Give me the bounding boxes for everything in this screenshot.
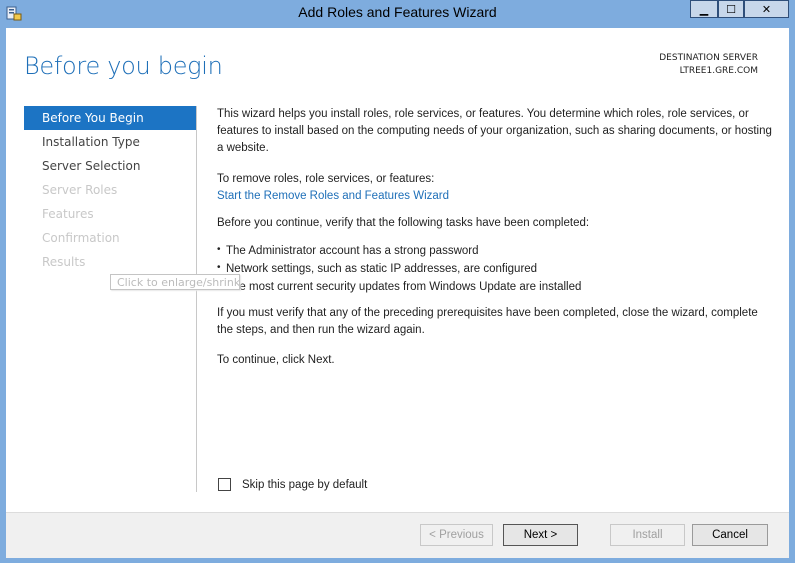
next-button[interactable]: Next >: [503, 524, 578, 546]
cancel-button[interactable]: Cancel: [692, 524, 768, 546]
wizard-content: This wizard helps you install roles, rol…: [217, 106, 772, 369]
list-item: The most current security updates from W…: [217, 277, 772, 296]
title-bar[interactable]: Add Roles and Features Wizard ▁ ☐ ✕: [0, 0, 795, 26]
destination-label: DESTINATION SERVER: [659, 53, 758, 63]
minimize-icon: ▁: [699, 2, 709, 16]
wizard-client-area: Before you begin DESTINATION SERVER LTRE…: [6, 28, 789, 558]
window-title: Add Roles and Features Wizard: [298, 4, 497, 20]
close-icon: ✕: [761, 2, 772, 16]
maximize-icon: ☐: [726, 2, 736, 16]
nav-item-features: Features: [42, 207, 94, 221]
wizard-footer: < Previous Next > Install Cancel: [6, 512, 789, 558]
intro-text: This wizard helps you install roles, rol…: [217, 108, 772, 154]
nav-item-installation-type[interactable]: Installation Type: [24, 130, 196, 154]
tooltip: Click to enlarge/shrink: [110, 274, 240, 290]
nav-item-results: Results: [42, 255, 86, 269]
close-button[interactable]: ✕: [744, 0, 789, 18]
skip-page-checkbox[interactable]: [218, 478, 231, 491]
maximize-button[interactable]: ☐: [718, 0, 744, 18]
continue-note: To continue, click Next.: [217, 354, 335, 366]
destination-server-name: LTREE1.GRE.COM: [679, 66, 758, 76]
destination-server-info: DESTINATION SERVER LTREE1.GRE.COM: [659, 52, 758, 78]
remove-wizard-link[interactable]: Start the Remove Roles and Features Wiza…: [217, 188, 772, 205]
nav-item-server-roles: Server Roles: [42, 183, 118, 197]
verify-intro: Before you continue, verify that the fol…: [217, 217, 590, 229]
skip-page-option[interactable]: Skip this page by default: [218, 478, 367, 491]
install-button[interactable]: Install: [610, 524, 685, 546]
nav-divider: [196, 106, 197, 492]
list-item: The Administrator account has a strong p…: [217, 241, 772, 260]
page-title: Before you begin: [24, 52, 223, 80]
wizard-window: Add Roles and Features Wizard ▁ ☐ ✕ Befo…: [0, 0, 795, 563]
list-item: Network settings, such as static IP addr…: [217, 259, 772, 278]
previous-button[interactable]: < Previous: [420, 524, 493, 546]
wizard-nav: Before You Begin Installation Type Serve…: [24, 106, 196, 274]
nav-item-server-selection[interactable]: Server Selection: [24, 154, 196, 178]
prereq-note: If you must verify that any of the prece…: [217, 307, 758, 336]
nav-item-before-you-begin[interactable]: Before You Begin: [24, 106, 196, 130]
task-list: The Administrator account has a strong p…: [217, 241, 772, 296]
remove-label: To remove roles, role services, or featu…: [217, 173, 435, 185]
skip-page-label[interactable]: Skip this page by default: [242, 479, 367, 491]
minimize-button[interactable]: ▁: [690, 0, 718, 18]
nav-item-confirmation: Confirmation: [42, 231, 120, 245]
